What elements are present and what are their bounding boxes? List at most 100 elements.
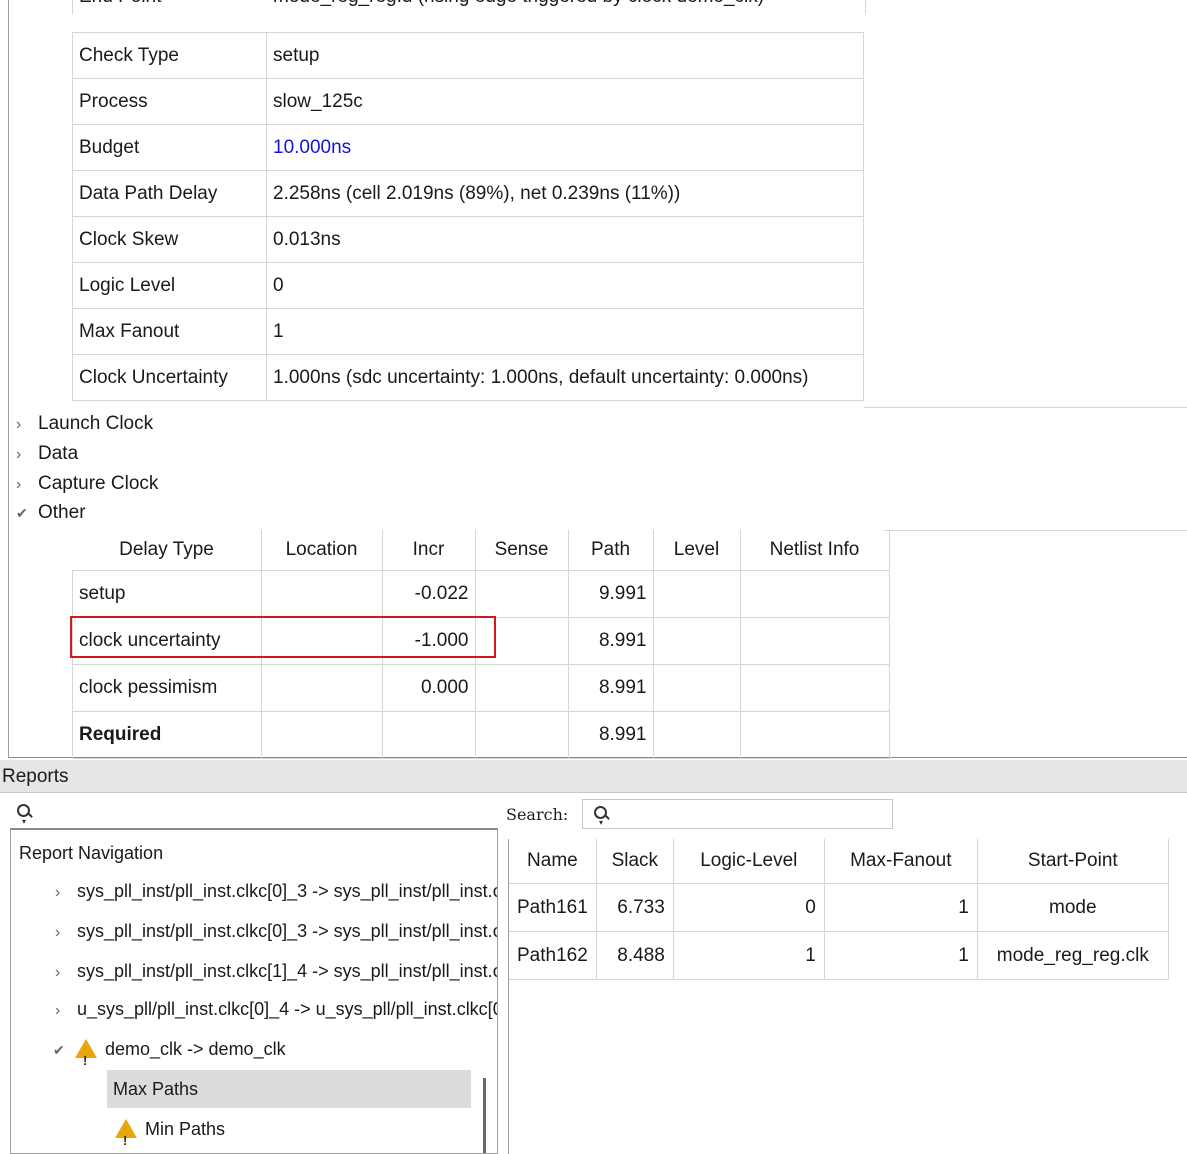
nav-item-label: demo_clk -> demo_clk xyxy=(105,1039,286,1059)
nav-item[interactable]: › sys_pll_inst/pll_inst.clkc[1]_4 -> sys_… xyxy=(55,952,497,990)
cell-netlist-info xyxy=(739,570,890,618)
cell-level xyxy=(652,664,741,712)
nav-item-label: u_sys_pll/pll_inst.clkc[0]_4 -> u_sys_pl… xyxy=(77,999,498,1019)
summary-value: 1 xyxy=(266,308,864,355)
column-header-slack[interactable]: Slack xyxy=(595,839,674,884)
column-header-level[interactable]: Level xyxy=(653,530,741,571)
chevron-down-icon: ✔ xyxy=(53,1042,65,1058)
budget-link[interactable]: 10.000ns xyxy=(266,124,864,171)
cell-start-point: mode_reg_reg.clk xyxy=(976,931,1169,980)
column-header-name[interactable]: Name xyxy=(508,839,597,884)
cell-delay-type: clock pessimism xyxy=(72,664,262,712)
section-label: Capture Clock xyxy=(38,473,159,494)
summary-value: slow_125c xyxy=(266,78,864,125)
results-left-border xyxy=(508,839,509,1154)
cell-slack: 6.733 xyxy=(595,883,674,932)
summary-row: Clock Skew 0.013ns xyxy=(72,216,864,263)
chevron-right-icon: › xyxy=(16,476,22,493)
summary-value: 0.013ns xyxy=(266,216,864,263)
nav-item-label: sys_pll_inst/pll_inst.clkc[0]_3 -> sys_p… xyxy=(77,921,498,941)
table-row[interactable]: Required 8.991 xyxy=(72,711,890,759)
dropdown-arrow-icon: ▾ xyxy=(22,817,27,826)
nav-filter-button[interactable]: ▾ xyxy=(16,803,40,826)
divider xyxy=(884,530,1187,531)
section-launch-clock[interactable]: › Launch Clock xyxy=(16,409,153,439)
warning-icon xyxy=(115,1119,137,1153)
column-header-netlist-info[interactable]: Netlist Info xyxy=(740,530,890,571)
summary-key: Check Type xyxy=(72,32,267,79)
table-row[interactable]: clock pessimism 0.000 8.991 xyxy=(72,664,890,712)
section-label: Data xyxy=(38,443,79,464)
summary-key: Budget xyxy=(72,124,267,171)
nav-item-label: sys_pll_inst/pll_inst.clkc[0]_3 -> sys_p… xyxy=(77,881,498,901)
nav-title: Report Navigation xyxy=(19,843,164,863)
cell-netlist-info xyxy=(739,711,890,759)
cell-path: 8.991 xyxy=(567,711,654,759)
summary-key: Clock Uncertainty xyxy=(72,354,267,401)
summary-key: Max Fanout xyxy=(72,308,267,355)
chevron-right-icon: › xyxy=(55,964,61,981)
cell-logic-level: 1 xyxy=(672,931,825,980)
cell-sense xyxy=(474,711,569,759)
nav-subitem-max-paths[interactable]: Max Paths xyxy=(107,1070,471,1108)
summary-row: Check Type setup xyxy=(72,32,864,79)
report-navigation-panel: Report Navigation › sys_pll_inst/pll_inst… xyxy=(10,828,498,1154)
summary-row: Max Fanout 1 xyxy=(72,308,864,355)
search-input[interactable]: ▾ xyxy=(582,799,893,829)
cell-path: 8.991 xyxy=(567,664,654,712)
cell-sense xyxy=(474,570,569,618)
nav-item-demo-clk[interactable]: ✔ demo_clk -> demo_clk xyxy=(53,1030,286,1080)
column-header-location[interactable]: Location xyxy=(261,530,383,571)
nav-item[interactable]: › sys_pll_inst/pll_inst.clkc[0]_3 -> sys_… xyxy=(55,872,498,910)
search-label: Search: xyxy=(506,805,569,824)
table-row[interactable]: Path162 8.488 1 1 mode_reg_reg.clk xyxy=(508,931,1169,980)
nav-subitem-label: Min Paths xyxy=(145,1119,226,1139)
summary-value: setup xyxy=(266,32,864,79)
table-row[interactable]: setup -0.022 9.991 xyxy=(72,570,890,618)
section-capture-clock[interactable]: › Capture Clock xyxy=(16,469,158,499)
cell-max-fanout: 1 xyxy=(823,883,978,932)
paths-table-header: Name Slack Logic-Level Max-Fanout Start-… xyxy=(508,839,1169,884)
section-data[interactable]: › Data xyxy=(16,439,78,469)
chevron-right-icon: › xyxy=(55,1002,61,1019)
table-row[interactable]: Path161 6.733 0 1 mode xyxy=(508,883,1169,932)
cell-location xyxy=(260,570,383,618)
delay-table-header: Delay Type Location Incr Sense Path Leve… xyxy=(72,530,890,571)
summary-row: Logic Level 0 xyxy=(72,262,864,309)
column-header-max-fanout[interactable]: Max-Fanout xyxy=(823,839,978,884)
section-other[interactable]: ✔ Other xyxy=(16,498,86,528)
vertical-scrollbar[interactable] xyxy=(483,1078,486,1153)
column-header-path[interactable]: Path xyxy=(568,530,654,571)
summary-key: Process xyxy=(72,78,267,125)
summary-row: Clock Uncertainty 1.000ns (sdc uncertaint… xyxy=(72,354,864,401)
nav-item[interactable]: › sys_pll_inst/pll_inst.clkc[0]_3 -> sys_… xyxy=(55,912,498,950)
cell-path: 8.991 xyxy=(567,617,654,665)
section-label: Launch Clock xyxy=(38,413,154,434)
summary-row: Budget 10.000ns xyxy=(72,124,864,171)
reports-title: Reports xyxy=(2,766,69,787)
column-header-sense[interactable]: Sense xyxy=(475,530,569,571)
column-header-incr[interactable]: Incr xyxy=(382,530,476,571)
cell-path: 9.991 xyxy=(567,570,654,618)
column-header-start-point[interactable]: Start-Point xyxy=(976,839,1169,884)
column-header-delay-type[interactable]: Delay Type xyxy=(72,530,262,571)
summary-key: Clock Skew xyxy=(72,216,267,263)
summary-key: End Point xyxy=(79,0,161,8)
cell-slack: 8.488 xyxy=(595,931,674,980)
nav-item[interactable]: › u_sys_pll/pll_inst.clkc[0]_4 -> u_sys_p… xyxy=(55,990,498,1028)
cell-level xyxy=(652,711,741,759)
paths-table: Name Slack Logic-Level Max-Fanout Start-… xyxy=(508,839,1169,980)
highlight-box xyxy=(70,616,496,658)
cell-incr: 0.000 xyxy=(381,664,476,712)
chevron-right-icon: › xyxy=(55,924,61,941)
summary-row: Process slow_125c xyxy=(72,78,864,125)
cell-sense xyxy=(474,664,569,712)
cell-name: Path162 xyxy=(508,931,597,980)
nav-subitem-min-paths[interactable]: Min Paths xyxy=(115,1110,226,1153)
chevron-right-icon: › xyxy=(16,416,22,433)
cell-incr xyxy=(381,711,476,759)
column-header-logic-level[interactable]: Logic-Level xyxy=(672,839,825,884)
cell-incr: -0.022 xyxy=(381,570,476,618)
divider xyxy=(864,407,1187,408)
cell-location xyxy=(260,664,383,712)
